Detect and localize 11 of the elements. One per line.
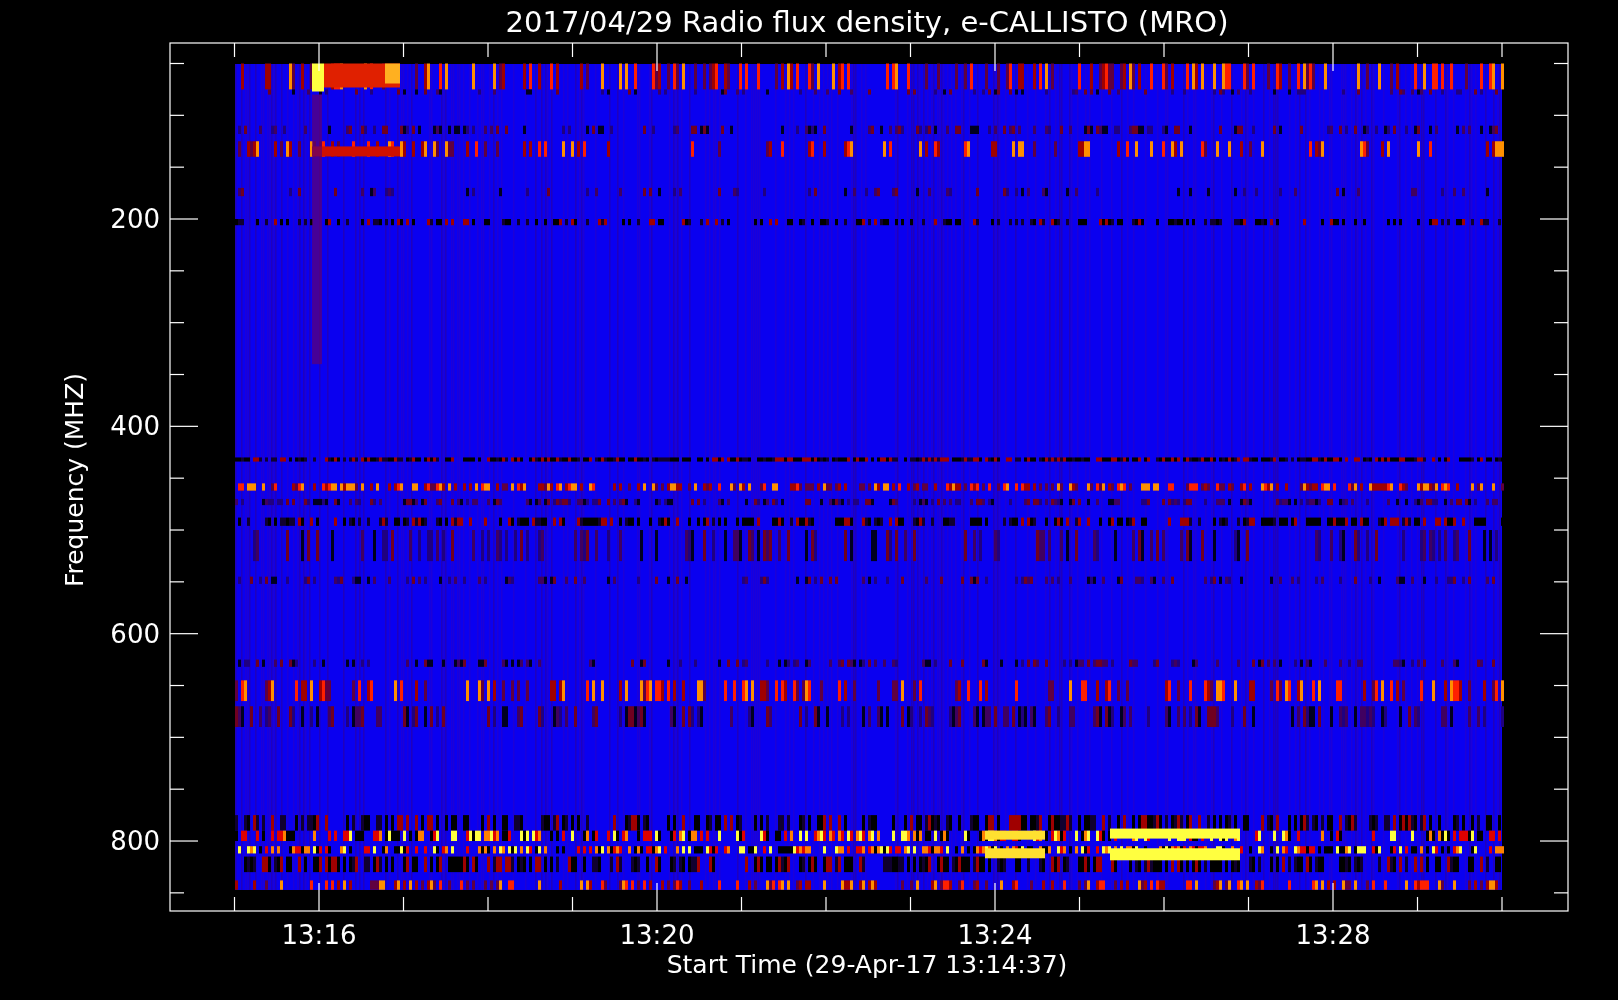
y-tick-label: 200: [110, 204, 160, 234]
x-tick-label: 13:20: [619, 920, 695, 950]
y-tick-label: 400: [110, 411, 160, 442]
chart-title: 2017/04/29 Radio flux density, e-CALLISTO (MRO): [505, 5, 1229, 39]
x-tick-label: 13:28: [1295, 920, 1371, 950]
y-axis-label: Frequency (MHZ): [60, 372, 89, 588]
x-tick-label: 13:24: [957, 920, 1033, 950]
x-tick-label: 13:16: [281, 920, 357, 950]
y-tick-label: 600: [110, 618, 160, 649]
y-tick-label: 800: [110, 826, 160, 856]
x-axis-label: Start Time (29-Apr-17 13:14:37): [666, 950, 1068, 979]
